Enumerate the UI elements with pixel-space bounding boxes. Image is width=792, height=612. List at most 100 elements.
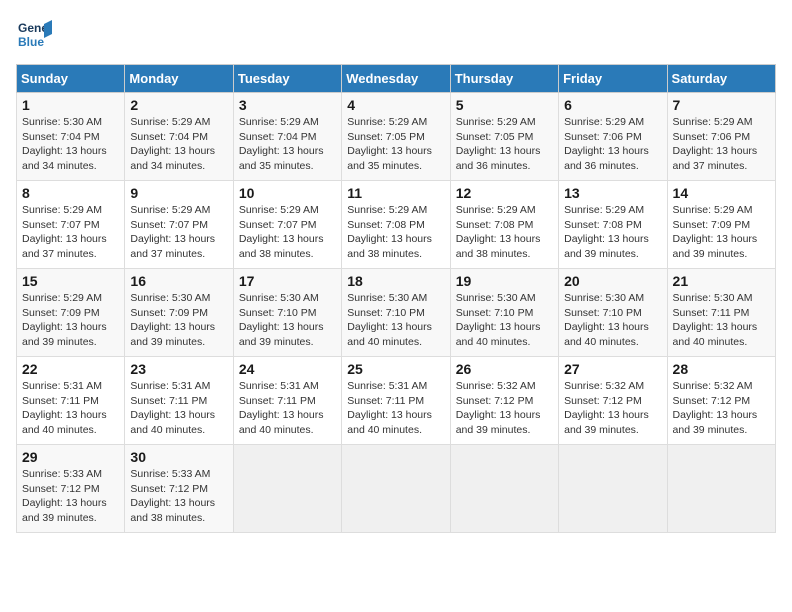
col-tuesday: Tuesday <box>233 65 341 93</box>
sunrise-label: Sunrise: 5:33 AM <box>130 468 210 480</box>
calendar-day-cell: 9 Sunrise: 5:29 AM Sunset: 7:07 PM Dayli… <box>125 181 233 269</box>
col-saturday: Saturday <box>667 65 775 93</box>
day-info: Sunrise: 5:29 AM Sunset: 7:08 PM Dayligh… <box>456 203 553 262</box>
day-number: 25 <box>347 361 444 377</box>
calendar-day-cell: 14 Sunrise: 5:29 AM Sunset: 7:09 PM Dayl… <box>667 181 775 269</box>
calendar-day-cell: 16 Sunrise: 5:30 AM Sunset: 7:09 PM Dayl… <box>125 269 233 357</box>
sunset-label: Sunset: 7:07 PM <box>239 219 317 231</box>
daylight-label: Daylight: 13 hours and 36 minutes. <box>456 145 541 172</box>
daylight-label: Daylight: 13 hours and 34 minutes. <box>22 145 107 172</box>
sunset-label: Sunset: 7:04 PM <box>130 131 208 143</box>
daylight-label: Daylight: 13 hours and 39 minutes. <box>673 233 758 260</box>
sunrise-label: Sunrise: 5:29 AM <box>456 204 536 216</box>
svg-text:Blue: Blue <box>18 35 44 49</box>
sunset-label: Sunset: 7:07 PM <box>130 219 208 231</box>
daylight-label: Daylight: 13 hours and 38 minutes. <box>130 497 215 524</box>
sunset-label: Sunset: 7:11 PM <box>22 395 99 407</box>
sunset-label: Sunset: 7:09 PM <box>673 219 751 231</box>
col-friday: Friday <box>559 65 667 93</box>
calendar-day-cell: 11 Sunrise: 5:29 AM Sunset: 7:08 PM Dayl… <box>342 181 450 269</box>
day-number: 20 <box>564 273 661 289</box>
sunrise-label: Sunrise: 5:30 AM <box>347 292 427 304</box>
sunset-label: Sunset: 7:09 PM <box>130 307 208 319</box>
day-info: Sunrise: 5:32 AM Sunset: 7:12 PM Dayligh… <box>564 379 661 438</box>
sunrise-label: Sunrise: 5:31 AM <box>130 380 210 392</box>
col-monday: Monday <box>125 65 233 93</box>
day-number: 5 <box>456 97 553 113</box>
day-number: 10 <box>239 185 336 201</box>
day-info: Sunrise: 5:29 AM Sunset: 7:07 PM Dayligh… <box>239 203 336 262</box>
day-info: Sunrise: 5:29 AM Sunset: 7:04 PM Dayligh… <box>239 115 336 174</box>
sunrise-label: Sunrise: 5:29 AM <box>239 204 319 216</box>
daylight-label: Daylight: 13 hours and 39 minutes. <box>673 409 758 436</box>
sunset-label: Sunset: 7:10 PM <box>239 307 317 319</box>
calendar-week-row: 1 Sunrise: 5:30 AM Sunset: 7:04 PM Dayli… <box>17 93 776 181</box>
sunset-label: Sunset: 7:09 PM <box>22 307 100 319</box>
daylight-label: Daylight: 13 hours and 40 minutes. <box>130 409 215 436</box>
col-sunday: Sunday <box>17 65 125 93</box>
sunrise-label: Sunrise: 5:29 AM <box>456 116 536 128</box>
daylight-label: Daylight: 13 hours and 35 minutes. <box>239 145 324 172</box>
day-number: 11 <box>347 185 444 201</box>
sunset-label: Sunset: 7:08 PM <box>564 219 642 231</box>
sunrise-label: Sunrise: 5:29 AM <box>673 116 753 128</box>
day-number: 14 <box>673 185 770 201</box>
sunrise-label: Sunrise: 5:29 AM <box>347 204 427 216</box>
calendar-day-cell: 5 Sunrise: 5:29 AM Sunset: 7:05 PM Dayli… <box>450 93 558 181</box>
sunset-label: Sunset: 7:04 PM <box>239 131 317 143</box>
sunrise-label: Sunrise: 5:29 AM <box>22 204 102 216</box>
calendar-day-cell: 21 Sunrise: 5:30 AM Sunset: 7:11 PM Dayl… <box>667 269 775 357</box>
calendar-day-cell: 26 Sunrise: 5:32 AM Sunset: 7:12 PM Dayl… <box>450 357 558 445</box>
calendar-day-cell: 4 Sunrise: 5:29 AM Sunset: 7:05 PM Dayli… <box>342 93 450 181</box>
empty-cell <box>667 445 775 533</box>
calendar-day-cell: 13 Sunrise: 5:29 AM Sunset: 7:08 PM Dayl… <box>559 181 667 269</box>
daylight-label: Daylight: 13 hours and 40 minutes. <box>673 321 758 348</box>
calendar-day-cell: 3 Sunrise: 5:29 AM Sunset: 7:04 PM Dayli… <box>233 93 341 181</box>
daylight-label: Daylight: 13 hours and 39 minutes. <box>22 321 107 348</box>
calendar-week-row: 8 Sunrise: 5:29 AM Sunset: 7:07 PM Dayli… <box>17 181 776 269</box>
day-info: Sunrise: 5:31 AM Sunset: 7:11 PM Dayligh… <box>239 379 336 438</box>
daylight-label: Daylight: 13 hours and 40 minutes. <box>564 321 649 348</box>
day-info: Sunrise: 5:32 AM Sunset: 7:12 PM Dayligh… <box>673 379 770 438</box>
day-info: Sunrise: 5:29 AM Sunset: 7:08 PM Dayligh… <box>347 203 444 262</box>
day-number: 9 <box>130 185 227 201</box>
day-number: 12 <box>456 185 553 201</box>
day-info: Sunrise: 5:30 AM Sunset: 7:09 PM Dayligh… <box>130 291 227 350</box>
sunset-label: Sunset: 7:10 PM <box>456 307 534 319</box>
sunset-label: Sunset: 7:07 PM <box>22 219 100 231</box>
daylight-label: Daylight: 13 hours and 35 minutes. <box>347 145 432 172</box>
sunset-label: Sunset: 7:11 PM <box>347 395 424 407</box>
daylight-label: Daylight: 13 hours and 40 minutes. <box>347 321 432 348</box>
calendar-day-cell: 23 Sunrise: 5:31 AM Sunset: 7:11 PM Dayl… <box>125 357 233 445</box>
sunrise-label: Sunrise: 5:32 AM <box>564 380 644 392</box>
sunset-label: Sunset: 7:12 PM <box>564 395 642 407</box>
col-wednesday: Wednesday <box>342 65 450 93</box>
sunset-label: Sunset: 7:12 PM <box>130 483 208 495</box>
daylight-label: Daylight: 13 hours and 40 minutes. <box>347 409 432 436</box>
day-number: 6 <box>564 97 661 113</box>
calendar-day-cell: 29 Sunrise: 5:33 AM Sunset: 7:12 PM Dayl… <box>17 445 125 533</box>
day-number: 1 <box>22 97 119 113</box>
sunset-label: Sunset: 7:12 PM <box>22 483 100 495</box>
sunset-label: Sunset: 7:05 PM <box>347 131 425 143</box>
sunset-label: Sunset: 7:10 PM <box>347 307 425 319</box>
calendar-day-cell: 7 Sunrise: 5:29 AM Sunset: 7:06 PM Dayli… <box>667 93 775 181</box>
day-info: Sunrise: 5:30 AM Sunset: 7:10 PM Dayligh… <box>239 291 336 350</box>
sunrise-label: Sunrise: 5:31 AM <box>22 380 102 392</box>
day-info: Sunrise: 5:29 AM Sunset: 7:09 PM Dayligh… <box>673 203 770 262</box>
calendar-day-cell: 1 Sunrise: 5:30 AM Sunset: 7:04 PM Dayli… <box>17 93 125 181</box>
sunrise-label: Sunrise: 5:29 AM <box>130 116 210 128</box>
daylight-label: Daylight: 13 hours and 36 minutes. <box>564 145 649 172</box>
sunset-label: Sunset: 7:11 PM <box>130 395 207 407</box>
day-info: Sunrise: 5:29 AM Sunset: 7:07 PM Dayligh… <box>130 203 227 262</box>
sunset-label: Sunset: 7:06 PM <box>564 131 642 143</box>
day-info: Sunrise: 5:30 AM Sunset: 7:11 PM Dayligh… <box>673 291 770 350</box>
sunset-label: Sunset: 7:04 PM <box>22 131 100 143</box>
daylight-label: Daylight: 13 hours and 40 minutes. <box>22 409 107 436</box>
day-info: Sunrise: 5:29 AM Sunset: 7:06 PM Dayligh… <box>564 115 661 174</box>
calendar-day-cell: 24 Sunrise: 5:31 AM Sunset: 7:11 PM Dayl… <box>233 357 341 445</box>
day-info: Sunrise: 5:31 AM Sunset: 7:11 PM Dayligh… <box>22 379 119 438</box>
empty-cell <box>233 445 341 533</box>
sunset-label: Sunset: 7:12 PM <box>673 395 751 407</box>
calendar-day-cell: 17 Sunrise: 5:30 AM Sunset: 7:10 PM Dayl… <box>233 269 341 357</box>
